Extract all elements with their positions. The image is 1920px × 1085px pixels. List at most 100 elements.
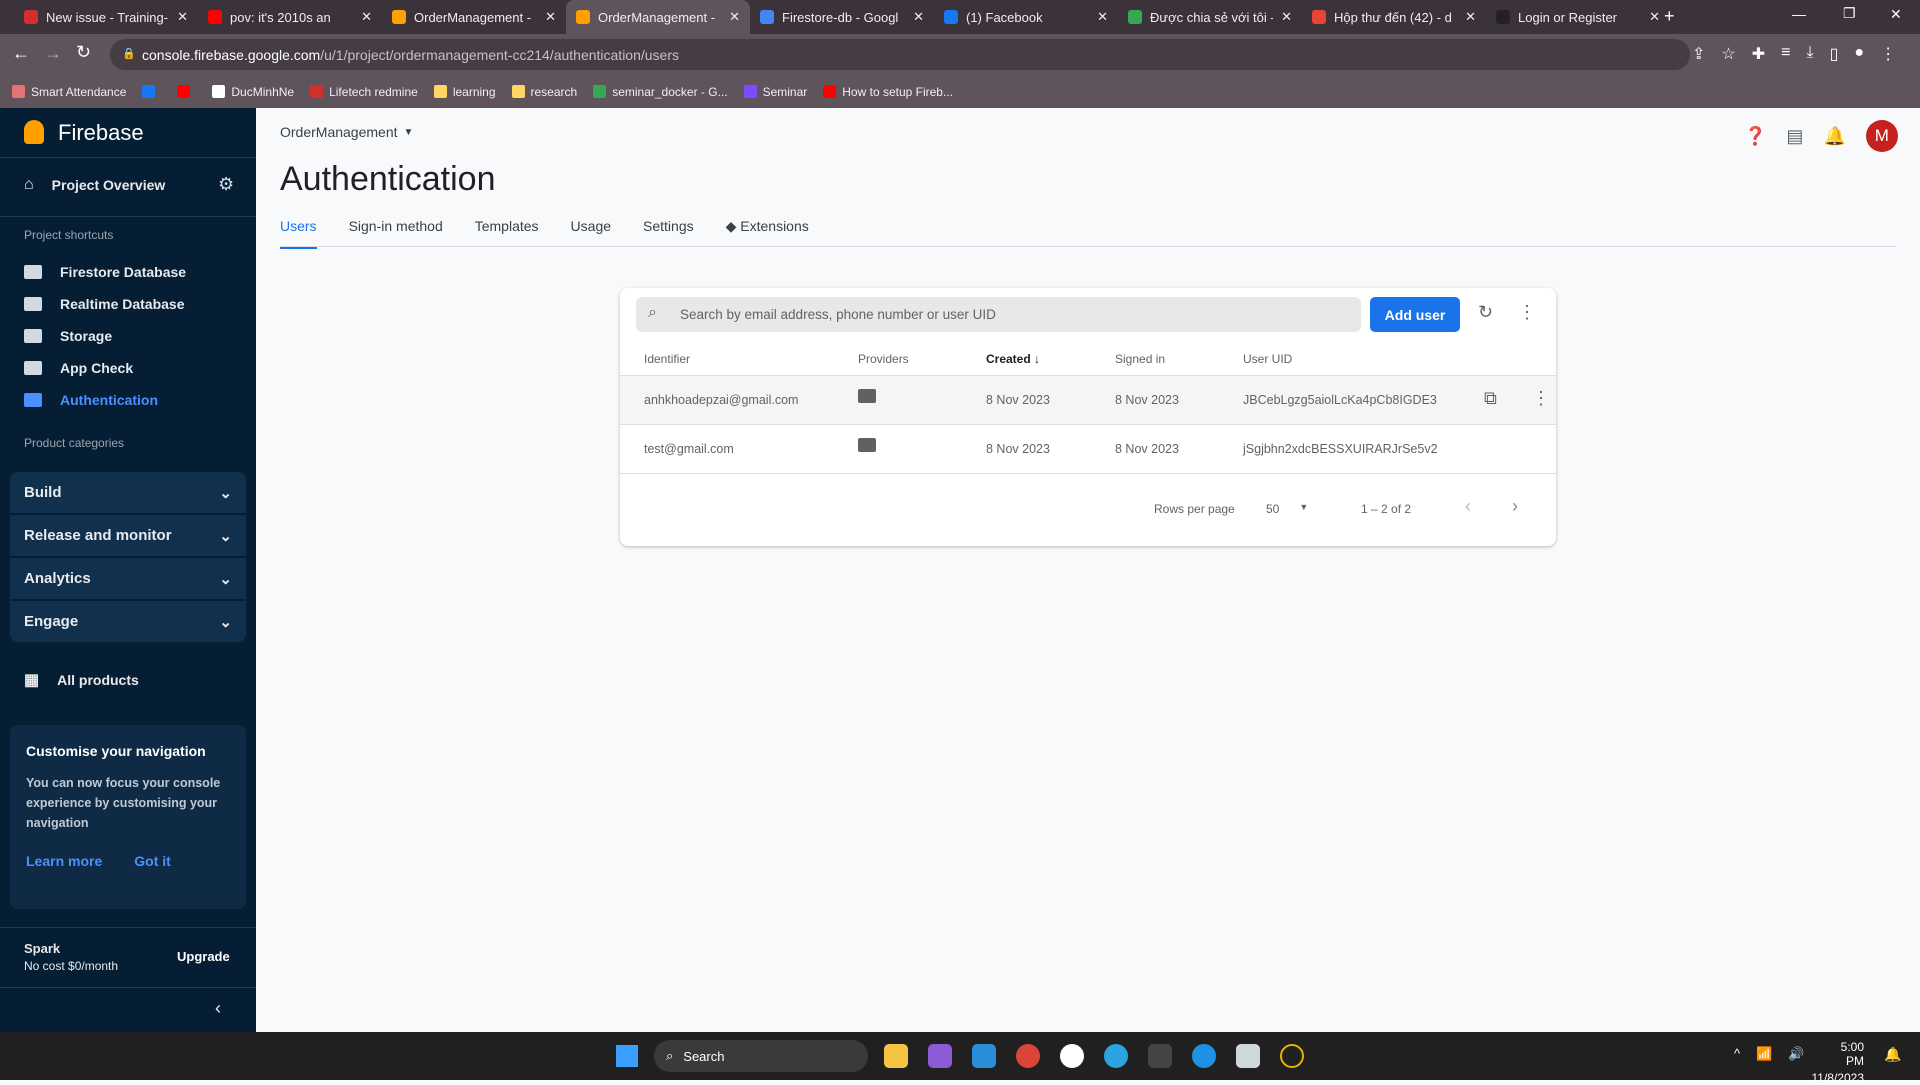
new-tab-button[interactable]: + [1664,6,1675,27]
extensions-icon[interactable]: ✚ [1752,44,1765,64]
browser-tab[interactable]: Được chia sẻ với tôi - ✕ [1118,0,1302,34]
column-header[interactable]: Created ↓ [986,352,1040,366]
bookmark[interactable]: Smart Attendance [12,85,126,99]
url-bar[interactable]: 🔒 console.firebase.google.com/u/1/projec… [110,39,1690,70]
terminal-icon[interactable] [1148,1044,1172,1068]
browser-tab[interactable]: New issue - Training- ✕ [14,0,198,34]
refresh-icon[interactable]: ↻ [1478,302,1493,323]
tray-chevron-icon[interactable]: ^ [1734,1046,1740,1062]
settings-gear-icon[interactable]: ⚙ [218,174,234,195]
table-row[interactable]: test@gmail.com 8 Nov 2023 8 Nov 2023 jSgjbh… [620,424,1556,473]
sidebar-item[interactable]: Realtime Database [24,296,185,312]
browser-tab[interactable]: Firestore-db - Googl ✕ [750,0,934,34]
browser-tab[interactable]: Hộp thư đến (42) - d ✕ [1302,0,1486,34]
row-menu-icon[interactable]: ⋮ [1532,388,1550,409]
bookmark[interactable]: DucMinhNe [212,85,294,99]
close-tab-icon[interactable]: ✕ [545,9,556,25]
bookmark[interactable]: learning [433,85,496,99]
sidebar-item[interactable]: Authentication [24,392,158,408]
sidebar-item[interactable]: Firestore Database [24,264,186,280]
chrome-icon[interactable] [1016,1044,1040,1068]
volume-icon[interactable]: 🔊 [1788,1046,1804,1062]
category[interactable]: Engage ⌄ [10,601,246,643]
clock[interactable]: 5:00 PM 11/8/2023 [1812,1040,1865,1085]
bookmark[interactable]: Lifetech redmine [310,85,418,99]
file-explorer-icon[interactable] [884,1044,908,1068]
share-icon[interactable]: ⇪ [1692,44,1705,64]
app2-icon[interactable] [1280,1044,1304,1068]
tab[interactable]: Templates [475,218,539,249]
browser-tab[interactable]: Login or Register ✕ [1486,0,1670,34]
bookmark[interactable]: seminar_docker - G... [593,85,728,99]
sidebar-item[interactable]: App Check [24,360,133,376]
close-tab-icon[interactable]: ✕ [1649,9,1660,25]
docker-icon[interactable] [1192,1044,1216,1068]
rows-per-page-select[interactable]: 50 ▼ [1266,502,1308,516]
close-tab-icon[interactable]: ✕ [1465,9,1476,25]
close-tab-icon[interactable]: ✕ [913,9,924,25]
table-row[interactable]: anhkhoadepzai@gmail.com 8 Nov 2023 8 Nov 2… [620,375,1556,424]
media-icon[interactable]: ≡ [1781,44,1790,64]
collapse-sidebar-icon[interactable]: ‹ [215,998,221,1019]
browser-tab[interactable]: pov: it's 2010s an ✕ [198,0,382,34]
tab[interactable]: Settings [643,218,694,249]
close-window-button[interactable]: ✕ [1890,6,1902,23]
project-selector[interactable]: OrderManagement ▼ [280,124,413,140]
browser-tab[interactable]: (1) Facebook ✕ [934,0,1118,34]
project-overview[interactable]: ⌂ Project Overview [24,176,165,194]
notification-icon[interactable]: 🔔 [1884,1046,1901,1063]
close-tab-icon[interactable]: ✕ [177,9,188,25]
close-tab-icon[interactable]: ✕ [1097,9,1108,25]
avatar[interactable]: M [1865,120,1898,152]
tab[interactable]: Usage [571,218,611,249]
tab[interactable]: Users [280,218,317,249]
tab[interactable]: ◆ Extensions [726,218,809,249]
back-icon[interactable]: ← [12,43,30,64]
reload-icon[interactable]: ↻ [76,42,91,63]
tab[interactable]: Sign-in method [349,218,443,249]
more-options-icon[interactable]: ⋮ [1518,302,1536,323]
windows-start-icon[interactable] [616,1045,638,1067]
learn-more-link[interactable]: Learn more [26,853,102,869]
prev-page-icon[interactable]: ‹ [1465,496,1471,517]
close-tab-icon[interactable]: ✕ [1281,9,1292,25]
star-icon[interactable]: ☆ [1721,44,1735,64]
got-it-button[interactable]: Got it [134,853,171,869]
app-icon[interactable] [1060,1044,1084,1068]
telegram-icon[interactable] [1104,1044,1128,1068]
category[interactable]: Build ⌄ [10,472,246,514]
feedback-icon[interactable]: ▤ [1786,126,1803,147]
forward-icon[interactable]: → [44,43,62,64]
close-tab-icon[interactable]: ✕ [729,9,740,25]
visual-studio-icon[interactable] [928,1044,952,1068]
bookmark[interactable]: research [511,85,577,99]
vscode-icon[interactable] [972,1044,996,1068]
category[interactable]: Analytics ⌄ [10,558,246,600]
download-icon[interactable]: ⤓ [1807,44,1814,64]
bookmark[interactable] [177,85,196,98]
category[interactable]: Release and monitor ⌄ [10,515,246,557]
minimize-button[interactable]: — [1792,6,1806,22]
copy-icon[interactable]: ⧉ [1484,388,1497,409]
help-icon[interactable]: ❓ [1744,126,1766,147]
bookmark[interactable]: Seminar [743,85,807,99]
search-input[interactable]: ⌕ Search by email address, phone number … [636,297,1361,332]
notepad-icon[interactable] [1236,1044,1260,1068]
close-tab-icon[interactable]: ✕ [361,9,372,25]
browser-tab[interactable]: OrderManagement - ✕ [566,0,750,34]
wifi-icon[interactable]: 📶 [1756,1046,1772,1062]
next-page-icon[interactable]: › [1512,496,1518,517]
all-products[interactable]: ▦ All products [24,670,139,690]
browser-tab[interactable]: OrderManagement - ✕ [382,0,566,34]
taskbar-search[interactable]: ⌕ Search [654,1040,868,1072]
sidepanel-icon[interactable]: ▯ [1830,44,1839,64]
restore-button[interactable]: ❐ [1843,5,1856,22]
profile-icon[interactable]: ● [1854,44,1864,64]
sidebar-item[interactable]: Storage [24,328,112,344]
add-user-button[interactable]: Add user [1370,297,1460,332]
bookmark[interactable]: How to setup Fireb... [823,85,953,99]
menu-icon[interactable]: ⋮ [1880,44,1896,64]
notifications-bell-icon[interactable]: 🔔 [1823,126,1845,147]
upgrade-button[interactable]: Upgrade [177,949,230,964]
bookmark[interactable] [142,85,161,98]
